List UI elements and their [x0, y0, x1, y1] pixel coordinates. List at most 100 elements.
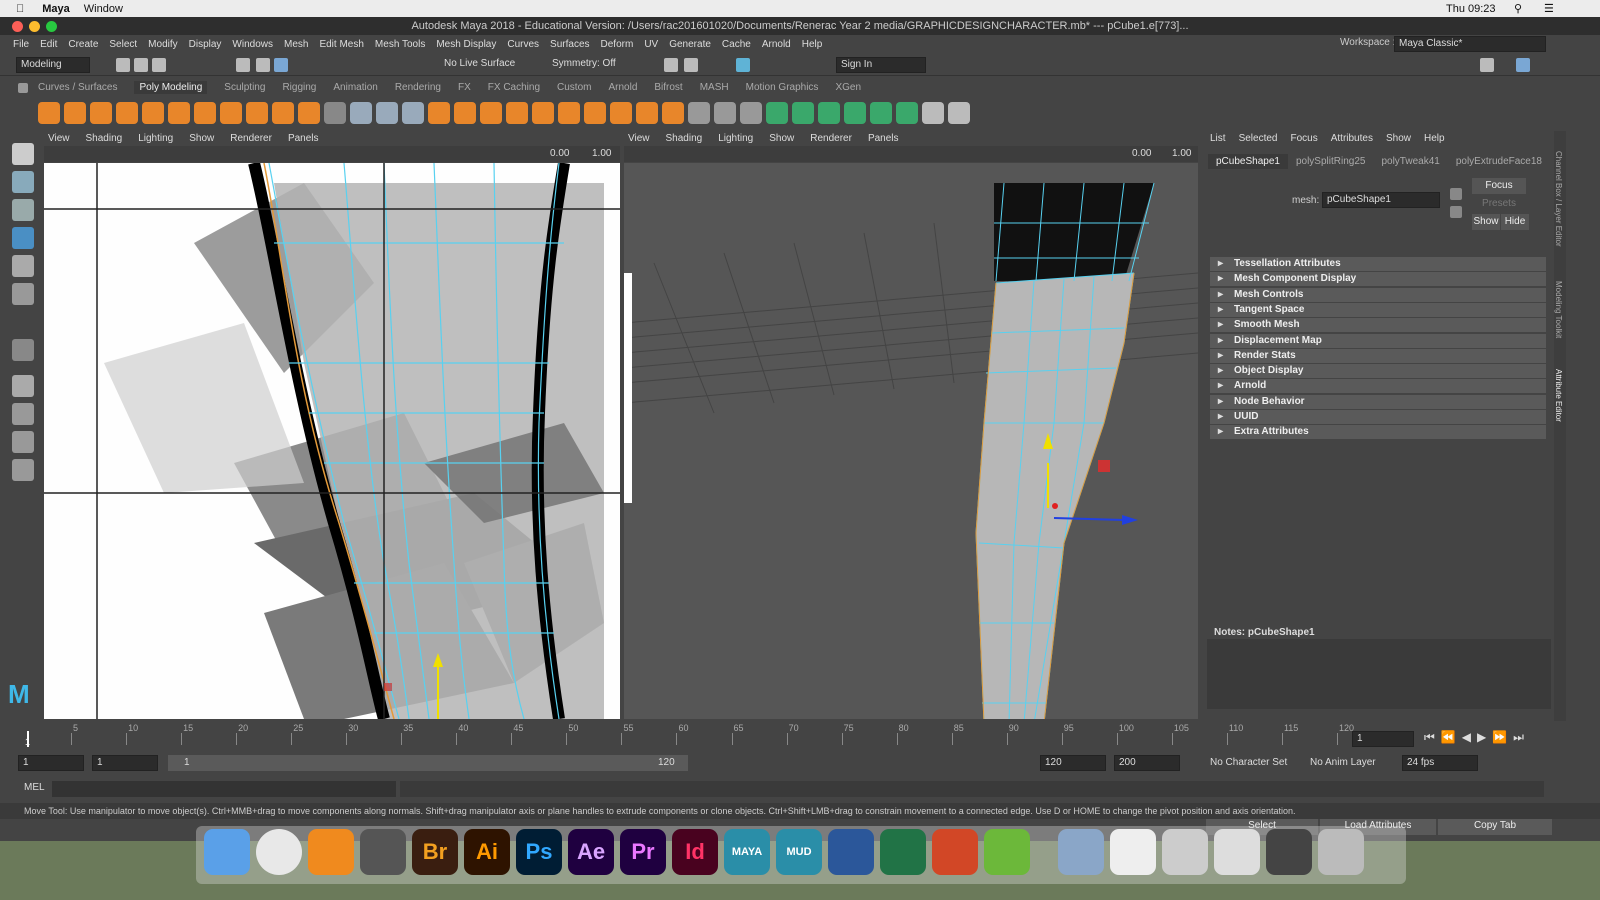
- shelf-tool-icon[interactable]: [480, 102, 502, 124]
- shelf-tool-icon[interactable]: [532, 102, 554, 124]
- attr-menu-attributes[interactable]: Attributes: [1331, 133, 1373, 144]
- menu-mesh-tools[interactable]: Mesh Tools: [375, 39, 425, 50]
- viewport-menu-view[interactable]: View: [48, 133, 70, 144]
- applications-folder-icon[interactable]: [1058, 829, 1104, 875]
- premiere-icon[interactable]: Pr: [620, 829, 666, 875]
- attr-section-tangent-space[interactable]: Tangent Space: [1210, 302, 1546, 317]
- viewport-menu-view[interactable]: View: [628, 133, 650, 144]
- modeling-toolkit-tab[interactable]: Modeling Toolkit: [1554, 281, 1563, 338]
- menu-cache[interactable]: Cache: [722, 39, 751, 50]
- two-pane-layout-icon[interactable]: [12, 403, 34, 425]
- attr-menu-help[interactable]: Help: [1424, 133, 1445, 144]
- menu-file[interactable]: File: [13, 39, 29, 50]
- playback-controls[interactable]: ⏮⏪◀▶⏩⏭: [1424, 730, 1530, 745]
- apple-icon[interactable]: : [16, 3, 24, 15]
- window-menu[interactable]: Window: [84, 3, 123, 15]
- menu-mesh[interactable]: Mesh: [284, 39, 308, 50]
- zoom-window-button[interactable]: [46, 21, 57, 32]
- attr-section-displacement-map[interactable]: Displacement Map: [1210, 333, 1546, 348]
- attr-section-extra-attributes[interactable]: Extra Attributes: [1210, 425, 1546, 440]
- notes-icon[interactable]: [1450, 206, 1462, 218]
- green-app-icon[interactable]: [984, 829, 1030, 875]
- shelf-tab-curves-surfaces[interactable]: Curves / Surfaces: [38, 82, 117, 93]
- shelf-tool-icon[interactable]: [194, 102, 216, 124]
- focus-button[interactable]: Focus: [1472, 178, 1526, 194]
- viewport-menu-lighting[interactable]: Lighting: [138, 133, 173, 144]
- minimize-window-button[interactable]: [29, 21, 40, 32]
- shelf-tab-rendering[interactable]: Rendering: [395, 82, 441, 93]
- start-time-field[interactable]: 1: [18, 755, 84, 771]
- attr-tab[interactable]: polyExtrudeFace18: [1448, 154, 1550, 169]
- character-set-select[interactable]: No Character Set: [1210, 757, 1287, 768]
- lasso-tool-icon[interactable]: [256, 58, 270, 72]
- desktop-stack-icon[interactable]: [1214, 829, 1260, 875]
- viewport-menu-panels[interactable]: Panels: [868, 133, 899, 144]
- shelf-tool-icon[interactable]: [272, 102, 294, 124]
- attr-menu-show[interactable]: Show: [1386, 133, 1411, 144]
- time-slider[interactable]: 5 10 15 20 25 30 35 40 45 50 55 60 65 70 75 80 85 90 95 100…: [17, 723, 1354, 747]
- anim-layer-select[interactable]: No Anim Layer: [1310, 757, 1376, 768]
- mel-label[interactable]: MEL: [24, 782, 45, 793]
- shelf-tool-icon[interactable]: [870, 102, 892, 124]
- menu-mesh-display[interactable]: Mesh Display: [436, 39, 496, 50]
- fps-select[interactable]: 24 fps: [1402, 755, 1478, 771]
- viewport-menu-show[interactable]: Show: [189, 133, 214, 144]
- maya-window-icon[interactable]: [1266, 829, 1312, 875]
- end-time-field[interactable]: 200: [1114, 755, 1180, 771]
- attribute-editor-tab[interactable]: Attribute Editor: [1554, 369, 1563, 422]
- range-end-field[interactable]: 120: [1040, 755, 1106, 771]
- attr-tab[interactable]: polySplitRing25: [1288, 154, 1374, 169]
- vlc-icon[interactable]: [308, 829, 354, 875]
- presets-button[interactable]: Presets: [1472, 196, 1526, 212]
- menu-edit[interactable]: Edit: [40, 39, 57, 50]
- maya-app-icon[interactable]: MAYA: [724, 829, 770, 875]
- bridge-icon[interactable]: Br: [412, 829, 458, 875]
- search-icon[interactable]: ⚲: [1514, 2, 1522, 15]
- shelf-tool-icon[interactable]: [792, 102, 814, 124]
- attr-menu-list[interactable]: List: [1210, 133, 1226, 144]
- shelf-tool-icon[interactable]: [688, 102, 710, 124]
- shelf-tool-icon[interactable]: [454, 102, 476, 124]
- mel-input[interactable]: [52, 781, 396, 797]
- attr-section-tessellation-attributes[interactable]: Tessellation Attributes: [1210, 257, 1546, 271]
- shelf-tool-icon[interactable]: [38, 102, 60, 124]
- shelf-tool-icon[interactable]: [584, 102, 606, 124]
- shelf-tab-custom[interactable]: Custom: [557, 82, 591, 93]
- shelf-tool-icon[interactable]: [376, 102, 398, 124]
- show-button[interactable]: Show: [1472, 214, 1500, 230]
- shelf-tool-icon[interactable]: [636, 102, 658, 124]
- shelf-tool-icon[interactable]: [298, 102, 320, 124]
- viewport-menu-renderer[interactable]: Renderer: [230, 133, 272, 144]
- viewport-menu-renderer[interactable]: Renderer: [810, 133, 852, 144]
- menu-arnold[interactable]: Arnold: [762, 39, 791, 50]
- illustrator-icon[interactable]: Ai: [464, 829, 510, 875]
- viewport-menu-shading[interactable]: Shading: [666, 133, 703, 144]
- paint-select-icon[interactable]: [274, 58, 288, 72]
- select-node-icon[interactable]: [1450, 188, 1462, 200]
- workspace-select[interactable]: Maya Classic*: [1394, 36, 1546, 52]
- after-effects-icon[interactable]: Ae: [568, 829, 614, 875]
- shelf-tool-icon[interactable]: [714, 102, 736, 124]
- photoshop-icon[interactable]: Ps: [516, 829, 562, 875]
- copy-tab-button[interactable]: Copy Tab: [1438, 817, 1552, 835]
- indesign-icon[interactable]: Id: [672, 829, 718, 875]
- attr-section-mesh-controls[interactable]: Mesh Controls: [1210, 287, 1546, 302]
- symmetry-select[interactable]: Symmetry: Off: [548, 57, 628, 73]
- current-frame-field[interactable]: 1: [1352, 731, 1414, 747]
- powerpoint-icon[interactable]: [932, 829, 978, 875]
- rotate-tool-icon[interactable]: [12, 255, 34, 277]
- menu-uv[interactable]: UV: [644, 39, 658, 50]
- shelf-tab-xgen[interactable]: XGen: [835, 82, 861, 93]
- shelf-tool-icon[interactable]: [610, 102, 632, 124]
- chrome-icon[interactable]: [256, 829, 302, 875]
- viewport-left[interactable]: [44, 163, 620, 719]
- shelf-tab-rigging[interactable]: Rigging: [282, 82, 316, 93]
- shelf-tool-icon[interactable]: [168, 102, 190, 124]
- shelf-tool-icon[interactable]: [766, 102, 788, 124]
- word-icon[interactable]: [828, 829, 874, 875]
- shelf-tab-mash[interactable]: MASH: [700, 82, 729, 93]
- documents-stack-icon[interactable]: [1110, 829, 1156, 875]
- layout-icon[interactable]: [1516, 58, 1530, 72]
- new-scene-icon[interactable]: [116, 58, 130, 72]
- open-scene-icon[interactable]: [134, 58, 148, 72]
